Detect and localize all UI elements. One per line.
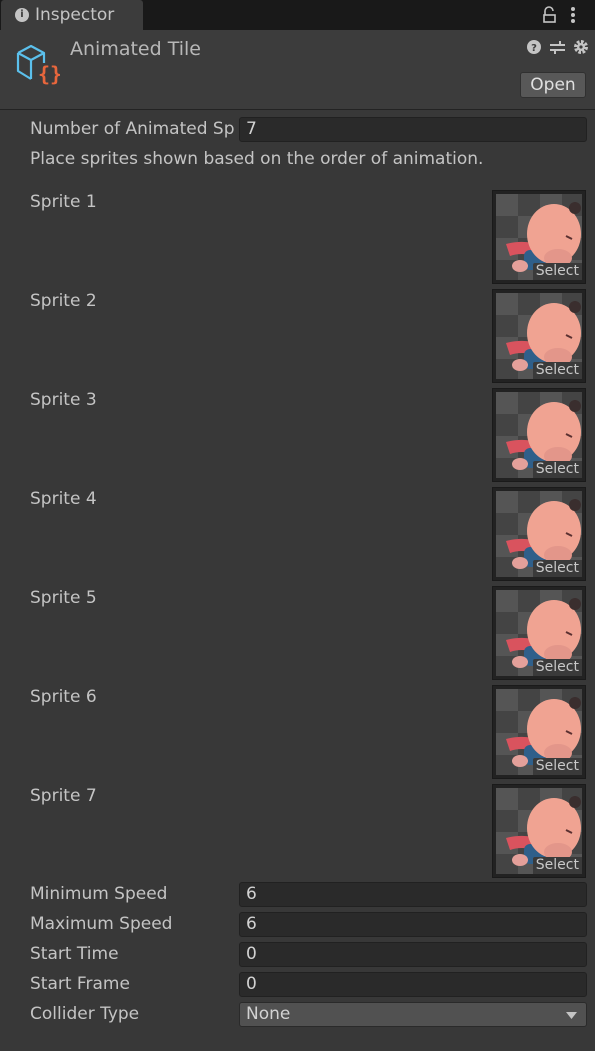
sprite-object-field[interactable]: Select: [492, 487, 586, 581]
svg-text:?: ?: [531, 43, 537, 54]
sprite-object-field[interactable]: Select: [492, 784, 586, 878]
sprite-preview: Select: [496, 788, 582, 874]
start-frame-label: Start Frame: [30, 974, 130, 994]
number-of-sprites-input[interactable]: 7: [239, 117, 587, 142]
select-button[interactable]: Select: [532, 362, 582, 379]
number-of-sprites-label: Number of Animated Sp: [30, 119, 235, 139]
chevron-down-icon: [566, 1012, 577, 1019]
sprite-label: Sprite 6: [30, 687, 97, 707]
info-icon: i: [15, 8, 29, 22]
select-button[interactable]: Select: [532, 857, 582, 874]
svg-text:{}: {}: [38, 62, 60, 85]
sprite-label: Sprite 1: [30, 192, 97, 212]
sprite-preview: Select: [496, 392, 582, 478]
maximum-speed-label: Maximum Speed: [30, 914, 173, 934]
sprite-preview: Select: [496, 590, 582, 676]
sprite-object-field[interactable]: Select: [492, 388, 586, 482]
maximum-speed-input[interactable]: 6: [239, 912, 587, 937]
lock-icon[interactable]: [542, 6, 558, 24]
start-time-input[interactable]: 0: [239, 942, 587, 967]
sprite-object-field[interactable]: Select: [492, 289, 586, 383]
sprite-preview: Select: [496, 491, 582, 577]
select-button[interactable]: Select: [532, 263, 582, 280]
tab-inspector[interactable]: i Inspector: [1, 0, 143, 30]
select-button[interactable]: Select: [532, 560, 582, 577]
select-button[interactable]: Select: [532, 659, 582, 676]
sprite-label: Sprite 3: [30, 390, 97, 410]
sprite-preview: Select: [496, 194, 582, 280]
select-button[interactable]: Select: [532, 758, 582, 775]
sprite-preview: Select: [496, 689, 582, 775]
help-text: Place sprites shown based on the order o…: [30, 149, 484, 169]
start-time-label: Start Time: [30, 944, 119, 964]
sprite-object-field[interactable]: Select: [492, 685, 586, 779]
minimum-speed-input[interactable]: 6: [239, 882, 587, 907]
collider-type-label: Collider Type: [30, 1004, 140, 1024]
sprite-object-field[interactable]: Select: [492, 586, 586, 680]
sprite-preview: Select: [496, 293, 582, 379]
inspector-header: {} Animated Tile ? Open: [0, 30, 595, 110]
tab-label: Inspector: [35, 5, 115, 25]
sprite-label: Sprite 7: [30, 786, 97, 806]
collider-type-dropdown[interactable]: None: [239, 1002, 587, 1027]
help-icon[interactable]: ?: [527, 40, 541, 54]
collider-type-value: None: [246, 1004, 291, 1024]
sprite-label: Sprite 5: [30, 588, 97, 608]
minimum-speed-label: Minimum Speed: [30, 884, 168, 904]
animated-tile-script-icon: {}: [16, 44, 60, 85]
sprite-label: Sprite 2: [30, 291, 97, 311]
more-menu-icon[interactable]: [569, 6, 577, 24]
open-button[interactable]: Open: [520, 72, 586, 98]
start-frame-input[interactable]: 0: [239, 972, 587, 997]
sprite-label: Sprite 4: [30, 489, 97, 509]
sprite-object-field[interactable]: Select: [492, 190, 586, 284]
select-button[interactable]: Select: [532, 461, 582, 478]
gear-icon[interactable]: [573, 39, 589, 55]
asset-title: Animated Tile: [70, 38, 201, 60]
presets-sliders-icon[interactable]: [550, 40, 565, 55]
